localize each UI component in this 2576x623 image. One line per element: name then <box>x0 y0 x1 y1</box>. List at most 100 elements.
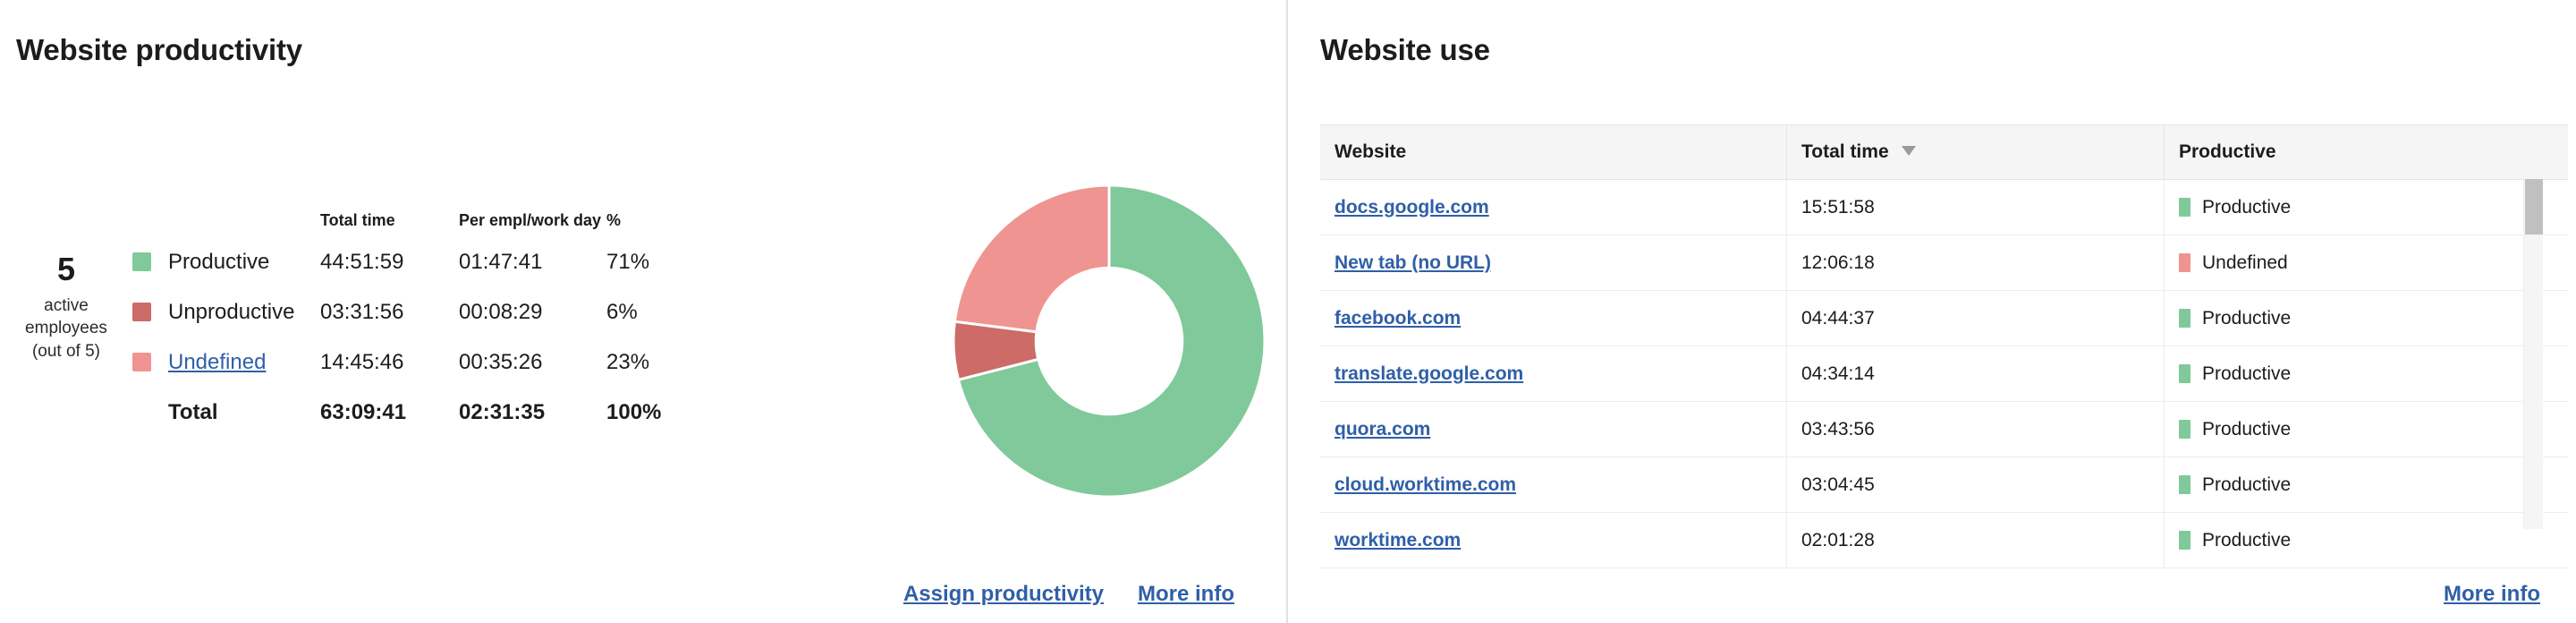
column-header-productive[interactable]: Productive <box>2164 124 2568 180</box>
website-link[interactable]: translate.google.com <box>1335 363 1523 384</box>
legend-swatch-cell <box>132 300 168 350</box>
cell-website: docs.google.com <box>1320 179 1787 235</box>
scrollbar-thumb[interactable] <box>2525 179 2543 235</box>
legend-rows: Productive 44:51:59 01:47:41 71% Unprodu… <box>132 250 687 425</box>
cell-total-time: 04:44:37 <box>1786 290 2165 346</box>
legend-header-swatch <box>132 211 168 250</box>
table-row: worktime.com 02:01:28 Productive <box>1320 512 2568 568</box>
legend-header-per-empl: Per empl/work day <box>459 211 602 229</box>
donut-slice-undefined[interactable] <box>953 184 1111 334</box>
legend-swatch-cell <box>132 350 168 400</box>
left-more-info-link[interactable]: More info <box>1138 582 1234 607</box>
active-employees-label-line1: active <box>44 295 89 315</box>
active-employees-block: 5 active employees (out of 5) <box>0 252 132 363</box>
cell-total-time: 03:43:56 <box>1786 401 2165 457</box>
website-use-header-row: Website Total time Productive <box>1320 124 2568 180</box>
productivity-color-swatch-icon <box>2179 364 2190 383</box>
cell-website: quora.com <box>1320 401 1787 457</box>
cell-website: New tab (no URL) <box>1320 235 1787 291</box>
column-header-total-time[interactable]: Total time <box>1786 124 2165 180</box>
color-swatch-productive-icon <box>132 252 151 271</box>
table-row: cloud.worktime.com 03:04:45 Productive <box>1320 457 2568 513</box>
legend-total-swatch-spacer <box>132 400 168 425</box>
productivity-color-swatch-icon <box>2179 420 2190 439</box>
cell-website: facebook.com <box>1320 290 1787 346</box>
table-vertical-scrollbar[interactable] <box>2523 179 2543 529</box>
productivity-label: Productive <box>2202 307 2292 329</box>
cell-productivity: Productive <box>2164 401 2568 457</box>
column-header-website-label: Website <box>1335 141 1407 162</box>
active-employees-label-line3: (out of 5) <box>31 341 101 361</box>
website-link[interactable]: docs.google.com <box>1335 197 1489 218</box>
legend-swatch-cell <box>132 250 168 300</box>
cell-productivity: Undefined <box>2164 235 2568 291</box>
legend-total-time-total: 63:09:41 <box>320 400 407 424</box>
page-title-website-use: Website use <box>1320 33 1490 67</box>
table-row: quora.com 03:43:56 Productive <box>1320 401 2568 457</box>
cell-productivity: Productive <box>2164 457 2568 513</box>
productivity-label: Productive <box>2202 196 2292 218</box>
legend-per-empl-total: 02:31:35 <box>459 400 546 424</box>
website-link[interactable]: New tab (no URL) <box>1335 252 1491 273</box>
productivity-donut-chart <box>953 184 1266 498</box>
undefined-link[interactable]: Undefined <box>168 350 266 374</box>
legend-percent-productive: 71% <box>606 250 650 274</box>
legend-label-productive: Productive <box>168 250 270 274</box>
active-employees-label-line2: employees <box>25 319 107 338</box>
legend-label-undefined: Undefined <box>168 350 320 400</box>
table-row: translate.google.com 04:34:14 Productive <box>1320 346 2568 402</box>
dashboard-root: Website productivity 5 active employees … <box>0 0 2576 623</box>
right-more-info-link[interactable]: More info <box>2444 582 2540 606</box>
legend-per-empl-productive: 01:47:41 <box>459 250 543 274</box>
website-link[interactable]: quora.com <box>1335 419 1430 440</box>
website-use-panel: Website use Website Total time Productiv… <box>1288 0 2576 623</box>
legend-percent-total: 100% <box>606 400 662 424</box>
website-link[interactable]: cloud.worktime.com <box>1335 474 1516 495</box>
cell-total-time: 02:01:28 <box>1786 512 2165 568</box>
website-link[interactable]: facebook.com <box>1335 308 1461 329</box>
cell-productivity: Productive <box>2164 290 2568 346</box>
legend-per-empl-undefined: 00:35:26 <box>459 350 543 374</box>
productivity-label: Undefined <box>2202 252 2288 273</box>
legend-percent-undefined: 23% <box>606 350 650 374</box>
legend-row-unproductive: Unproductive 03:31:56 00:08:29 6% <box>132 300 687 350</box>
color-swatch-undefined-icon <box>132 353 151 371</box>
website-use-rows: docs.google.com 15:51:58 Productive New tab… <box>1320 179 2568 568</box>
assign-productivity-link[interactable]: Assign productivity <box>903 582 1104 607</box>
cell-productivity: Productive <box>2164 346 2568 402</box>
right-panel-footer-links: More info <box>2444 582 2540 607</box>
cell-website: worktime.com <box>1320 512 1787 568</box>
cell-website: cloud.worktime.com <box>1320 457 1787 513</box>
website-use-table: Website Total time Productive docs.googl… <box>1320 124 2568 568</box>
column-header-website[interactable]: Website <box>1320 124 1787 180</box>
legend-header-label <box>168 211 320 250</box>
color-swatch-unproductive-icon <box>132 303 151 321</box>
legend-row-undefined: Undefined 14:45:46 00:35:26 23% <box>132 350 687 400</box>
legend-header-total-time: Total time <box>320 211 395 229</box>
productivity-color-swatch-icon <box>2179 253 2190 272</box>
productivity-label: Productive <box>2202 418 2292 440</box>
productivity-label: Productive <box>2202 474 2292 495</box>
table-row: facebook.com 04:44:37 Productive <box>1320 290 2568 346</box>
donut-chart-svg <box>953 184 1266 498</box>
cell-productivity: Productive <box>2164 512 2568 568</box>
active-employees-count: 5 <box>56 251 76 287</box>
legend-per-empl-unproductive: 00:08:29 <box>459 300 543 324</box>
productivity-color-swatch-icon <box>2179 475 2190 494</box>
legend-row-productive: Productive 44:51:59 01:47:41 71% <box>132 250 687 300</box>
cell-total-time: 15:51:58 <box>1786 179 2165 235</box>
legend-total-time-productive: 44:51:59 <box>320 250 404 274</box>
cell-total-time: 12:06:18 <box>1786 235 2165 291</box>
productivity-color-swatch-icon <box>2179 198 2190 217</box>
website-link[interactable]: worktime.com <box>1335 530 1461 550</box>
cell-website: translate.google.com <box>1320 346 1787 402</box>
page-title-website-productivity: Website productivity <box>16 33 302 67</box>
left-panel-footer-links: Assign productivity More info <box>903 582 1234 607</box>
sort-caret-down-icon[interactable] <box>1902 146 1917 156</box>
legend-header-percent: % <box>606 211 622 229</box>
website-productivity-panel: Website productivity 5 active employees … <box>0 0 1288 623</box>
productivity-color-swatch-icon <box>2179 531 2190 550</box>
website-use-table-container: Website Total time Productive docs.googl… <box>1320 124 2568 568</box>
legend-total-time-unproductive: 03:31:56 <box>320 300 404 324</box>
legend-percent-unproductive: 6% <box>606 300 638 324</box>
